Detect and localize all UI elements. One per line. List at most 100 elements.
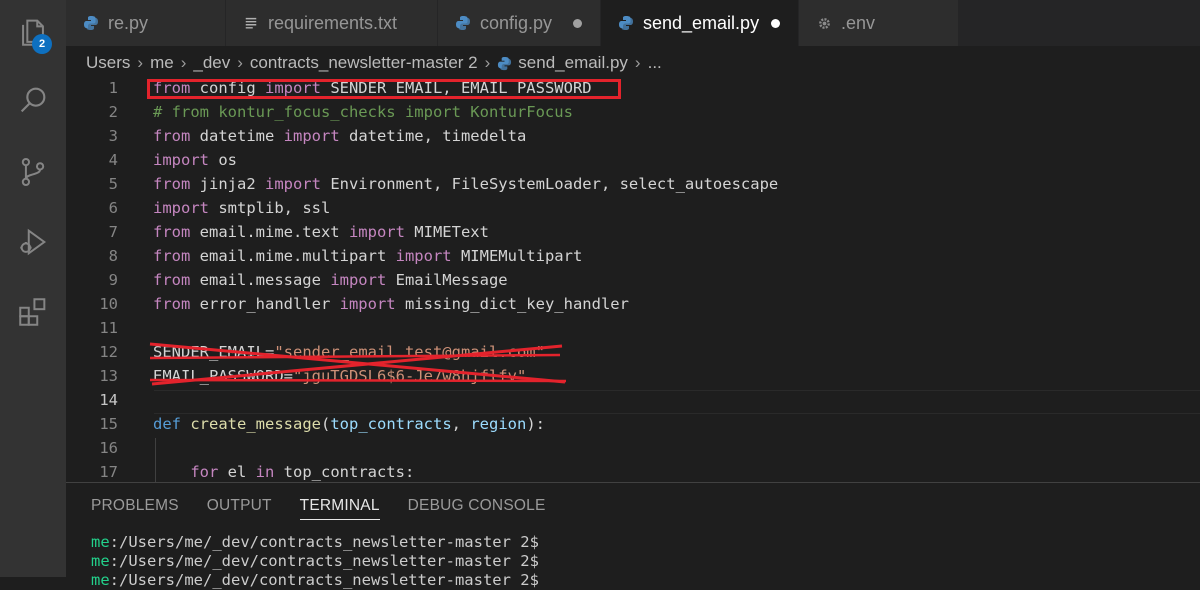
python-icon bbox=[617, 14, 635, 32]
run-debug-icon bbox=[20, 228, 47, 256]
extensions-button[interactable] bbox=[0, 282, 66, 342]
source-control-button[interactable] bbox=[0, 142, 66, 202]
code-line[interactable]: 10 from error_handller import missing_di… bbox=[66, 292, 1200, 316]
red-highlight-box bbox=[147, 79, 621, 99]
activity-bar: 2 bbox=[0, 0, 66, 577]
code-line[interactable]: 13 EMAIL_PASSWORD="jguTGDSL6$6-Je7w8hjfl… bbox=[66, 364, 1200, 388]
code-text: from error_handller import missing_dict_… bbox=[153, 295, 629, 313]
chevron-right-icon: › bbox=[484, 53, 491, 72]
modified-dot-icon[interactable] bbox=[573, 19, 582, 28]
bottom-panel: PROBLEMS OUTPUT TERMINAL DEBUG CONSOLE m… bbox=[66, 482, 1200, 589]
code-text: EMAIL_PASSWORD="jguTGDSL6$6-Je7w8hjflfv" bbox=[153, 367, 527, 385]
text-file-icon bbox=[242, 14, 260, 32]
code-line[interactable]: 3 from datetime import datetime, timedel… bbox=[66, 124, 1200, 148]
tab-config-py[interactable]: config.py bbox=[438, 0, 601, 46]
line-number: 15 bbox=[99, 415, 118, 433]
line-number: 2 bbox=[108, 103, 118, 121]
code-text: from email.message import EmailMessage bbox=[153, 271, 508, 289]
chevron-right-icon: › bbox=[180, 53, 187, 72]
code-line[interactable]: 17 for el in top_contracts: bbox=[66, 460, 1200, 482]
terminal-output[interactable]: me:/Users/me/_dev/contracts_newsletter-m… bbox=[91, 533, 539, 590]
terminal-line: me:/Users/me/_dev/contracts_newsletter-m… bbox=[91, 533, 539, 551]
line-number: 8 bbox=[108, 247, 118, 265]
tab-terminal[interactable]: TERMINAL bbox=[299, 495, 380, 520]
chevron-right-icon: › bbox=[237, 53, 243, 72]
terminal-line: me:/Users/me/_dev/contracts_newsletter-m… bbox=[91, 571, 539, 589]
gear-icon bbox=[815, 14, 833, 32]
breadcrumb-item[interactable]: me bbox=[150, 53, 174, 73]
breadcrumb-item[interactable]: Users bbox=[86, 53, 130, 73]
code-text: from datetime import datetime, timedelta bbox=[153, 127, 527, 145]
line-number: 12 bbox=[99, 343, 118, 361]
breadcrumb-item[interactable]: ... bbox=[648, 53, 662, 73]
tab-label: .env bbox=[841, 12, 876, 33]
line-number: 16 bbox=[99, 439, 118, 457]
explorer-button[interactable]: 2 bbox=[0, 2, 66, 62]
line-number: 14 bbox=[99, 391, 118, 409]
tab-output[interactable]: OUTPUT bbox=[207, 495, 272, 525]
code-text: SENDER_EMAIL="sender_email_test@gmail.co… bbox=[153, 343, 545, 361]
breadcrumb-item[interactable]: contracts_newsletter-master 2 bbox=[250, 53, 478, 73]
search-icon bbox=[20, 87, 46, 113]
terminal-line: me:/Users/me/_dev/contracts_newsletter-m… bbox=[91, 552, 539, 570]
tab-label: re.py bbox=[108, 12, 149, 33]
tab-send-email-py[interactable]: send_email.py bbox=[601, 0, 799, 46]
tab-label: config.py bbox=[480, 12, 553, 33]
code-comment: # from kontur_focus_checks import Kontur… bbox=[153, 103, 573, 121]
tab-env[interactable]: .env bbox=[799, 0, 959, 46]
search-button[interactable] bbox=[0, 70, 66, 130]
code-text: from email.mime.text import MIMEText bbox=[153, 223, 489, 241]
line-number: 6 bbox=[108, 199, 118, 217]
line-number: 10 bbox=[99, 295, 118, 313]
code-editor[interactable]: 1 from config import SENDER_EMAIL, EMAIL… bbox=[66, 76, 1200, 482]
code-line[interactable]: 5 from jinja2 import Environment, FileSy… bbox=[66, 172, 1200, 196]
chevron-right-icon: › bbox=[137, 53, 144, 72]
line-number: 9 bbox=[108, 271, 118, 289]
line-number: 13 bbox=[99, 367, 118, 385]
code-line[interactable]: 15 def create_message(top_contracts, reg… bbox=[66, 412, 1200, 436]
run-debug-button[interactable] bbox=[0, 212, 66, 272]
python-icon bbox=[454, 14, 472, 32]
tab-requirements-txt[interactable]: requirements.txt bbox=[226, 0, 438, 46]
code-line[interactable]: 11 bbox=[66, 316, 1200, 340]
line-number: 3 bbox=[108, 127, 118, 145]
tab-re-py[interactable]: re.py bbox=[66, 0, 226, 46]
line-number: 5 bbox=[108, 175, 118, 193]
line-number: 7 bbox=[108, 223, 118, 241]
code-text: from email.mime.multipart import MIMEMul… bbox=[153, 247, 583, 265]
tab-label: send_email.py bbox=[643, 12, 760, 33]
python-icon bbox=[497, 56, 512, 71]
code-line[interactable]: 2 # from kontur_focus_checks import Kont… bbox=[66, 100, 1200, 124]
tab-debug-console[interactable]: DEBUG CONSOLE bbox=[408, 495, 546, 525]
code-text: import os bbox=[153, 151, 237, 169]
panel-tab-bar: PROBLEMS OUTPUT TERMINAL DEBUG CONSOLE bbox=[91, 495, 573, 525]
chevron-right-icon: › bbox=[634, 53, 641, 72]
line-number: 4 bbox=[108, 151, 118, 169]
code-text: for el in top_contracts: bbox=[190, 463, 415, 481]
code-line[interactable]: 16 bbox=[66, 436, 1200, 460]
line-number: 17 bbox=[99, 463, 118, 481]
code-line[interactable]: 14 bbox=[66, 388, 1200, 412]
code-line[interactable]: 7 from email.mime.text import MIMEText bbox=[66, 220, 1200, 244]
code-text: def create_message(top_contracts, region… bbox=[153, 415, 546, 433]
code-line[interactable]: 12 SENDER_EMAIL="sender_email_test@gmail… bbox=[66, 340, 1200, 364]
breadcrumb: Users › me › _dev › contracts_newsletter… bbox=[86, 50, 662, 76]
line-number: 11 bbox=[99, 319, 118, 337]
code-line[interactable]: 4 import os bbox=[66, 148, 1200, 172]
explorer-badge: 2 bbox=[32, 34, 52, 54]
code-line[interactable]: 6 import smtplib, ssl bbox=[66, 196, 1200, 220]
line-number: 1 bbox=[108, 79, 118, 97]
code-line[interactable]: 8 from email.mime.multipart import MIMEM… bbox=[66, 244, 1200, 268]
breadcrumb-item[interactable]: send_email.py bbox=[518, 53, 628, 73]
extensions-icon bbox=[19, 298, 46, 326]
breadcrumb-item[interactable]: _dev bbox=[193, 53, 230, 73]
tab-problems[interactable]: PROBLEMS bbox=[91, 495, 179, 525]
python-icon bbox=[82, 14, 100, 32]
modified-dot-icon[interactable] bbox=[771, 19, 780, 28]
code-line[interactable]: 9 from email.message import EmailMessage bbox=[66, 268, 1200, 292]
tab-label: requirements.txt bbox=[268, 12, 398, 33]
editor-tab-bar: re.py requirements.txt config.py send_em… bbox=[66, 0, 1200, 46]
code-text: import smtplib, ssl bbox=[153, 199, 331, 217]
source-control-icon bbox=[21, 157, 45, 187]
code-text: from jinja2 import Environment, FileSyst… bbox=[153, 175, 779, 193]
